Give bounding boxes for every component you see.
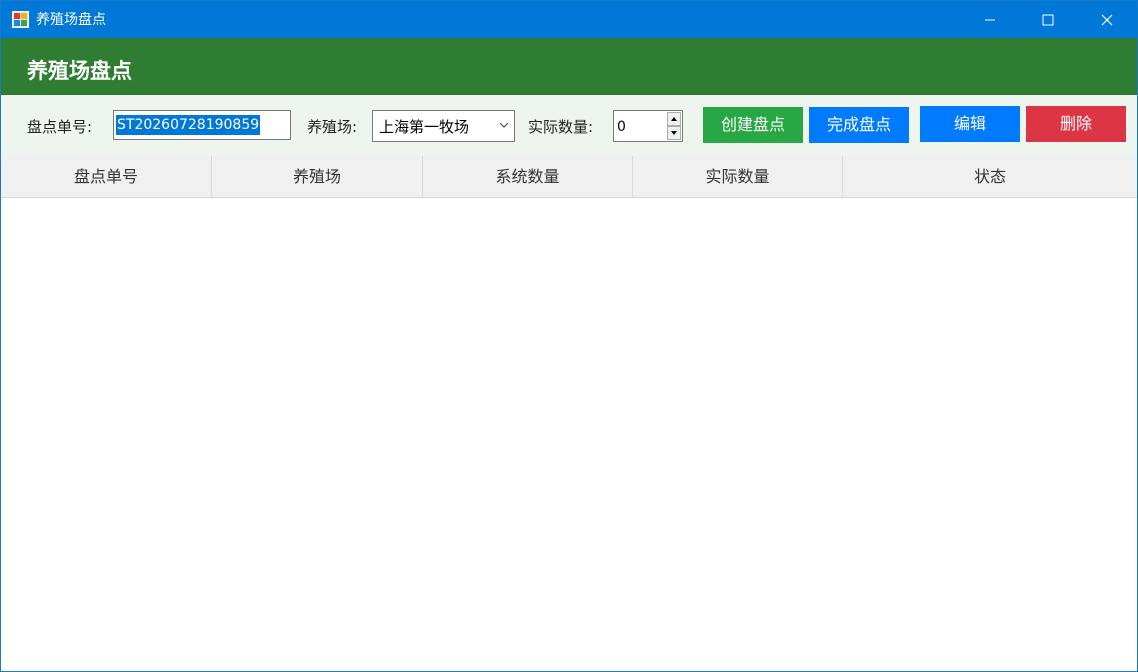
chevron-down-icon [499, 122, 509, 128]
maximize-button[interactable] [1019, 1, 1077, 38]
close-icon [1101, 14, 1113, 25]
table-body[interactable] [1, 198, 1137, 671]
order-no-label: 盘点单号: [27, 118, 93, 136]
page-title: 养殖场盘点 [27, 59, 132, 83]
page-header: 养殖场盘点 [1, 38, 1137, 95]
close-button[interactable] [1078, 1, 1136, 38]
edit-button[interactable]: 编辑 [920, 106, 1020, 142]
arrow-down-icon [671, 131, 677, 135]
table-header: 盘点单号 养殖场 系统数量 实际数量 状态 [1, 156, 1137, 198]
create-count-button[interactable]: 创建盘点 [703, 107, 803, 143]
column-header-order-no[interactable]: 盘点单号 [1, 156, 212, 197]
farm-label: 养殖场: [307, 118, 358, 136]
actual-qty-stepper[interactable]: 0 [613, 110, 683, 142]
form-toolbar: 盘点单号: ST20260728190859 养殖场: 上海第一牧场 实际数量:… [1, 95, 1137, 156]
window-title: 养殖场盘点 [36, 12, 106, 28]
title-bar[interactable]: 养殖场盘点 [1, 1, 1137, 38]
stepper-up-button[interactable] [667, 112, 681, 126]
app-window: 养殖场盘点 养殖场盘点 盘点单号: ST20260728190859 养殖场: [0, 0, 1138, 672]
column-header-system-qty[interactable]: 系统数量 [423, 156, 633, 197]
complete-count-button[interactable]: 完成盘点 [809, 107, 909, 143]
column-header-farm[interactable]: 养殖场 [212, 156, 423, 197]
actual-qty-label: 实际数量: [528, 118, 594, 136]
app-window-icon [12, 11, 29, 28]
delete-button[interactable]: 删除 [1026, 106, 1126, 142]
maximize-icon [1042, 14, 1054, 25]
farm-select[interactable]: 上海第一牧场 [372, 110, 515, 142]
minimize-icon [985, 19, 995, 20]
actual-qty-value: 0 [617, 119, 626, 135]
order-no-input[interactable]: ST20260728190859 [113, 110, 291, 140]
minimize-button[interactable] [961, 1, 1019, 38]
stepper-down-button[interactable] [667, 126, 681, 140]
farm-selected-value: 上海第一牧场 [379, 118, 470, 136]
order-no-value: ST20260728190859 [116, 115, 261, 135]
arrow-up-icon [671, 117, 677, 121]
column-header-status[interactable]: 状态 [843, 156, 1137, 197]
column-header-actual-qty[interactable]: 实际数量 [633, 156, 843, 197]
